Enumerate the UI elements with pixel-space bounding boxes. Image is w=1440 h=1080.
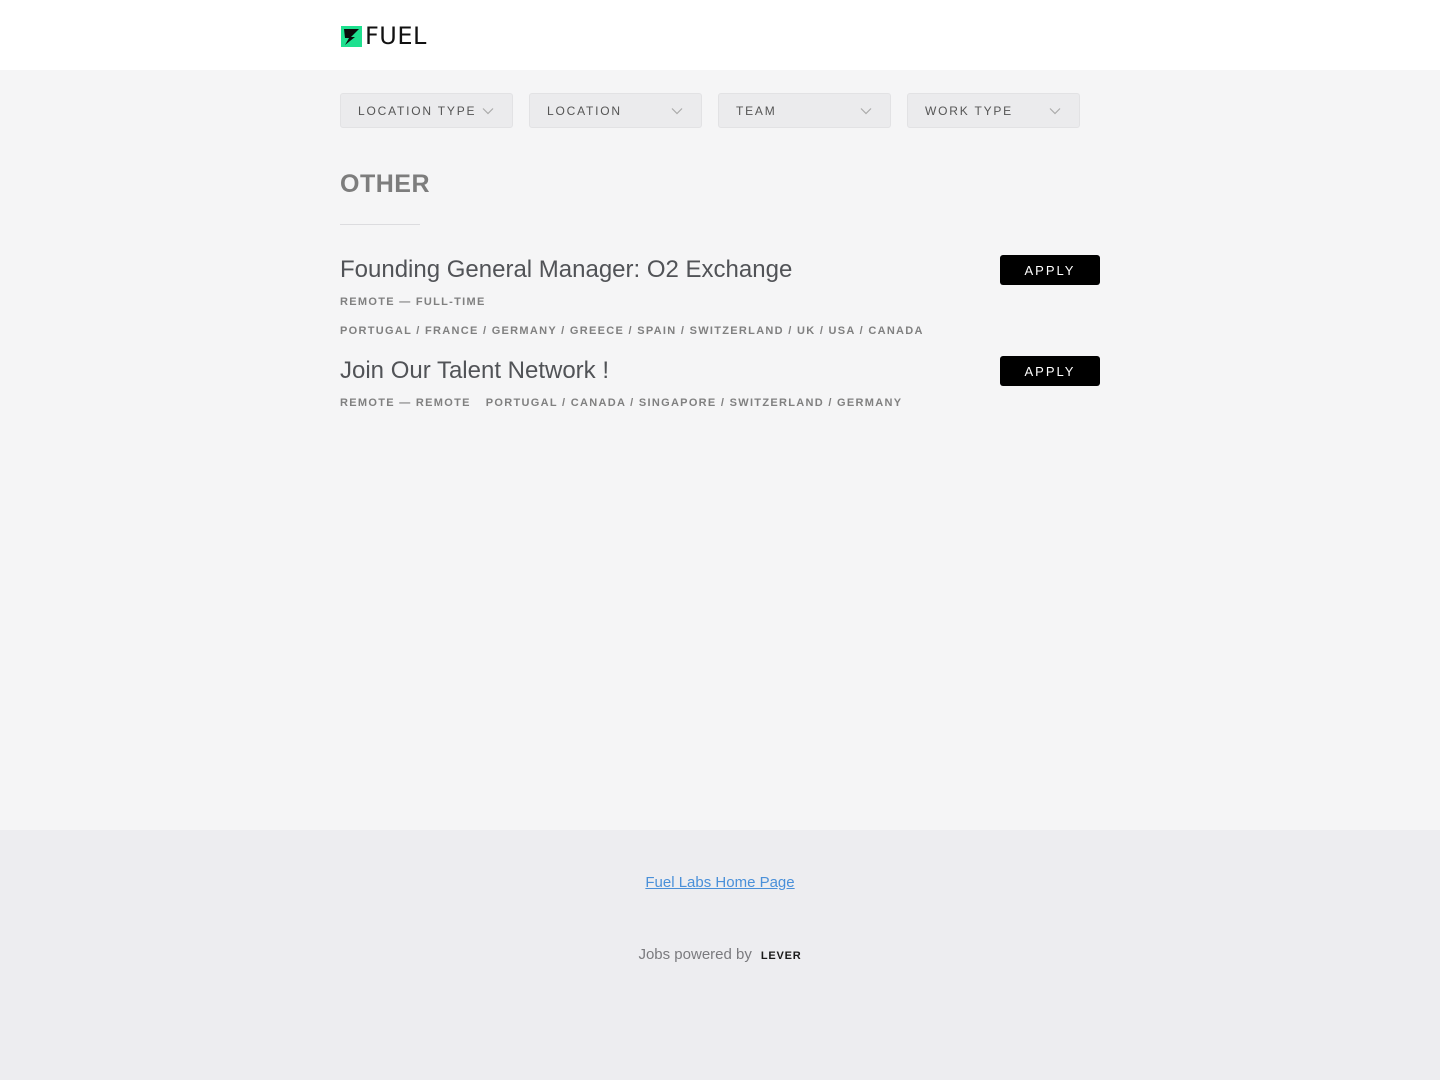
fuel-logo[interactable]: FUEL bbox=[341, 24, 427, 48]
chevron-down-icon bbox=[860, 107, 872, 114]
filter-location-type[interactable]: LOCATION TYPE bbox=[340, 93, 513, 128]
chevron-down-icon bbox=[482, 107, 494, 114]
chevron-down-icon bbox=[671, 107, 683, 114]
site-header: FUEL bbox=[0, 0, 1440, 70]
apply-button[interactable]: APPLY bbox=[1000, 255, 1100, 285]
filter-location[interactable]: LOCATION bbox=[529, 93, 702, 128]
filter-bar: LOCATION TYPE LOCATION TEAM WORK TYPE bbox=[340, 93, 1080, 128]
apply-button[interactable]: APPLY bbox=[1000, 356, 1100, 386]
powered-by: Jobs powered by LEVER bbox=[0, 946, 1440, 963]
job-posting: Join Our Talent Network ! REMOTE — REMOT… bbox=[340, 356, 1100, 416]
filter-work-type[interactable]: WORK TYPE bbox=[907, 93, 1080, 128]
fuel-logo-icon bbox=[341, 25, 362, 47]
chevron-down-icon bbox=[1049, 107, 1061, 114]
job-locations: PORTUGAL / FRANCE / GERMANY / GREECE / S… bbox=[340, 325, 924, 337]
job-locations: PORTUGAL / CANADA / SINGAPORE / SWITZERL… bbox=[485, 397, 903, 409]
powered-by-text: Jobs powered by bbox=[638, 946, 752, 963]
home-page-link[interactable]: Fuel Labs Home Page bbox=[645, 874, 794, 891]
section-title: OTHER bbox=[340, 170, 430, 198]
job-title-link[interactable]: Join Our Talent Network ! bbox=[340, 356, 1100, 386]
filter-label: WORK TYPE bbox=[925, 103, 1013, 118]
filter-label: TEAM bbox=[736, 103, 777, 118]
filter-label: LOCATION bbox=[547, 103, 622, 118]
section-divider bbox=[340, 224, 420, 225]
logo-text: FUEL bbox=[365, 22, 427, 50]
filter-team[interactable]: TEAM bbox=[718, 93, 891, 128]
footer-link-row: Fuel Labs Home Page bbox=[0, 874, 1440, 891]
job-title-link[interactable]: Founding General Manager: O2 Exchange bbox=[340, 255, 1100, 285]
lever-logo[interactable]: LEVER bbox=[761, 950, 802, 962]
job-commitment: REMOTE — REMOTE bbox=[340, 397, 471, 409]
filter-label: LOCATION TYPE bbox=[358, 103, 477, 118]
job-posting: Founding General Manager: O2 Exchange RE… bbox=[340, 255, 1100, 345]
job-commitment: REMOTE — FULL-TIME bbox=[340, 296, 486, 308]
job-meta-row: REMOTE — REMOTE PORTUGAL / CANADA / SING… bbox=[340, 396, 1100, 410]
